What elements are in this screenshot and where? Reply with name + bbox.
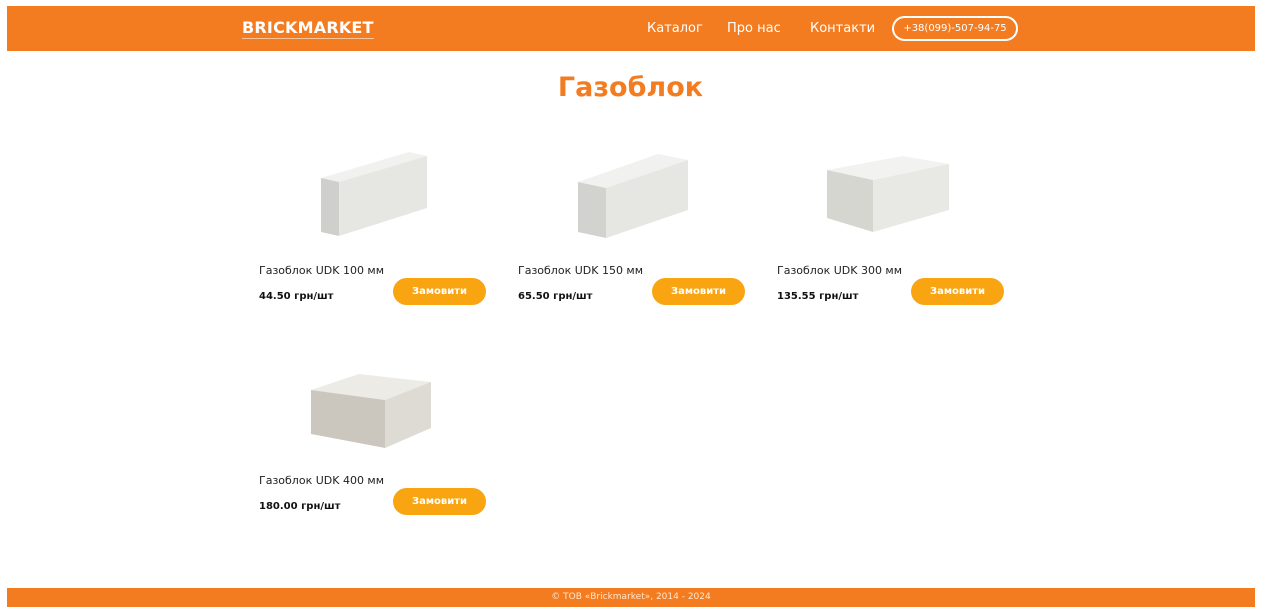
product-price: 135.55 грн/шт	[777, 291, 859, 302]
order-button[interactable]: Замовити	[911, 278, 1004, 305]
footer-copyright: © ТОВ «Brickmarket», 2014 - 2024	[551, 592, 711, 602]
product-name: Газоблок UDK 100 мм	[259, 264, 385, 277]
product-price: 44.50 грн/шт	[259, 291, 334, 302]
product-price: 65.50 грн/шт	[518, 291, 593, 302]
page-title: Газоблок	[557, 72, 704, 103]
product-card: Газоблок UDK 150 мм 65.50 грн/шт Замовит…	[518, 144, 746, 314]
site-header: BRICKMARKET Каталог Про нас Контакти +38…	[7, 6, 1255, 51]
product-name: Газоблок UDK 300 мм	[777, 264, 903, 277]
nav-contacts-link[interactable]: Контакти	[810, 21, 875, 36]
product-card: Газоблок UDK 100 мм 44.50 грн/шт Замовит…	[259, 144, 487, 314]
nav-catalog-link[interactable]: Каталог	[647, 21, 703, 36]
product-price: 180.00 грн/шт	[259, 501, 341, 512]
product-name: Газоблок UDK 400 мм	[259, 474, 385, 487]
product-name: Газоблок UDK 150 мм	[518, 264, 644, 277]
order-button[interactable]: Замовити	[652, 278, 745, 305]
site-footer: © ТОВ «Brickmarket», 2014 - 2024	[7, 588, 1255, 607]
nav-about-link[interactable]: Про нас	[727, 21, 781, 36]
gas-block-400mm-image[interactable]	[259, 354, 487, 464]
logo-link[interactable]: BRICKMARKET	[242, 19, 374, 39]
phone-button[interactable]: +38(099)-507-94-75	[892, 16, 1018, 41]
order-button[interactable]: Замовити	[393, 278, 486, 305]
gas-block-300mm-image[interactable]	[777, 144, 1005, 254]
gas-block-150mm-image[interactable]	[518, 144, 746, 254]
gas-block-100mm-image[interactable]	[259, 144, 487, 254]
product-card: Газоблок UDK 400 мм 180.00 грн/шт Замови…	[259, 354, 487, 524]
order-button[interactable]: Замовити	[393, 488, 486, 515]
product-card: Газоблок UDK 300 мм 135.55 грн/шт Замови…	[777, 144, 1005, 314]
